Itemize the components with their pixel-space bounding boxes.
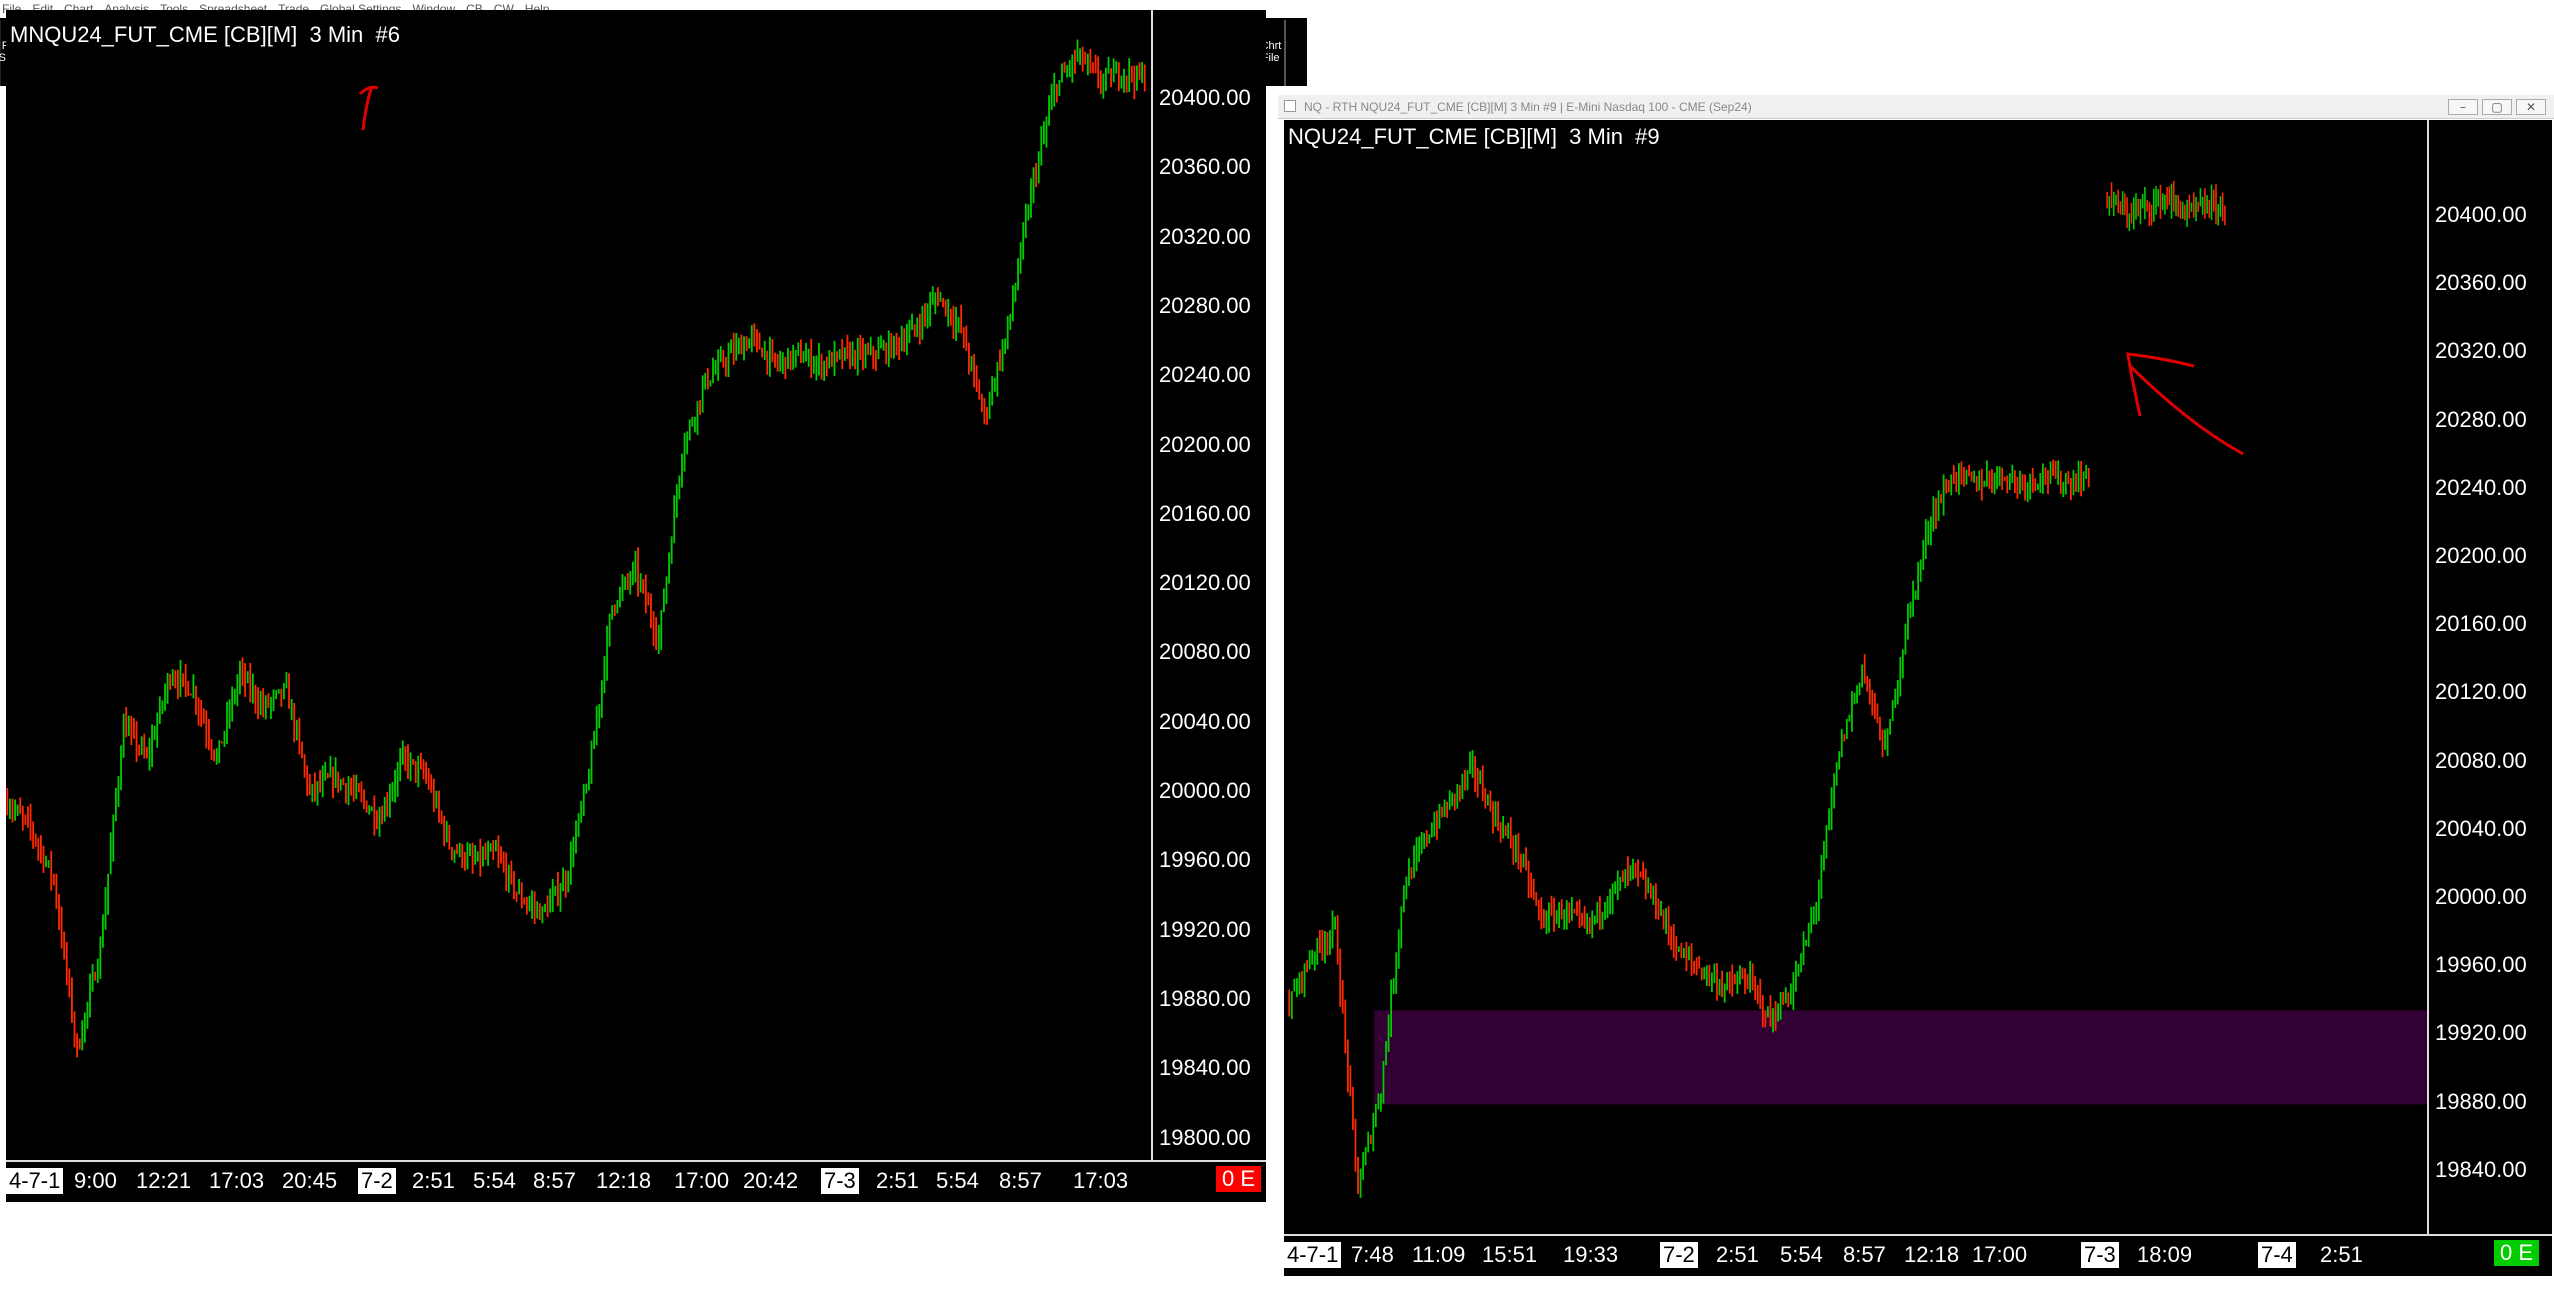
- date-tick-label: 7-2: [358, 1168, 396, 1194]
- price-tick-label: 20400.00: [1159, 85, 1251, 110]
- time-tick-label: 8:57: [999, 1168, 1042, 1193]
- price-tick-label: 20080.00: [2435, 747, 2527, 773]
- time-tick-label: 17:03: [209, 1168, 265, 1193]
- time-tick-label: 17:00: [1972, 1242, 2028, 1267]
- price-tick-label: 20200.00: [1159, 431, 1251, 457]
- price-tick-label: 20160.00: [1159, 500, 1251, 526]
- time-tick-label: 2:51: [876, 1168, 919, 1193]
- right-window-title: NQ - RTH NQU24_FUT_CME [CB][M] 3 Min #9 …: [1304, 99, 1752, 114]
- left-price-axis[interactable]: 20400.00 20360.00 20320.00 20280.00 20240.00…: [1151, 10, 1266, 1160]
- right-price-axis[interactable]: 20400.00 20360.00 20320.00 20280.00 20240.00…: [2427, 120, 2552, 1234]
- time-tick-label: 12:18: [1904, 1242, 1960, 1267]
- right-chart-svg: [1288, 180, 2427, 1198]
- left-chart-plot[interactable]: MNQU24_FUT_CME [CB][M] 3 Min #6: [6, 10, 1151, 1160]
- price-tick-label: 19960.00: [1159, 847, 1251, 873]
- date-tick-label: 7-4: [2258, 1242, 2296, 1268]
- time-tick-label: 7:48: [1351, 1242, 1394, 1267]
- time-tick-label: 9:00: [74, 1168, 117, 1193]
- time-tick-label: 20:45: [282, 1168, 338, 1193]
- price-tick-label: 19920.00: [2435, 1020, 2527, 1046]
- price-tick-label: 20240.00: [1159, 362, 1251, 388]
- time-tick-label: 12:18: [596, 1168, 652, 1193]
- right-time-axis[interactable]: 4-7-1 7:48 11:09 15:51 19:33 7-2 2:51 5:54 8:57 1…: [1284, 1234, 2552, 1276]
- right-chart-title: NQU24_FUT_CME [CB][M] 3 Min #9: [1288, 124, 1660, 149]
- price-tick-label: 19800.00: [1159, 1124, 1251, 1150]
- price-tick-label: 20040.00: [1159, 708, 1251, 734]
- price-tick-label: 20160.00: [2435, 611, 2527, 637]
- time-tick-label: 20:42: [743, 1168, 799, 1193]
- price-tick-label: 19880.00: [2435, 1088, 2527, 1114]
- time-tick-label: 12:21: [136, 1168, 192, 1193]
- time-tick-label: 19:33: [1563, 1242, 1619, 1267]
- time-tick-label: 2:51: [412, 1168, 455, 1193]
- time-tick-label: 15:51: [1482, 1242, 1538, 1267]
- price-tick-label: 19880.00: [1159, 985, 1251, 1011]
- price-tick-label: 20000.00: [1159, 778, 1251, 803]
- close-icon[interactable]: ✕: [2516, 99, 2546, 115]
- time-tick-label: 18:09: [2137, 1242, 2193, 1267]
- time-tick-label: 8:57: [1843, 1242, 1886, 1267]
- left-chart-svg: [6, 39, 1146, 1058]
- demand-zone-rect: [1374, 1010, 2427, 1105]
- price-tick-label: 20120.00: [1159, 570, 1251, 596]
- time-tick-label: 5:54: [936, 1168, 979, 1193]
- price-tick-label: 20080.00: [1159, 639, 1251, 665]
- status-badge: 0 E: [1216, 1166, 1262, 1192]
- date-tick-label: 7-3: [821, 1168, 859, 1194]
- date-tick-label: 7-2: [1660, 1242, 1698, 1268]
- left-chart-title: MNQU24_FUT_CME [CB][M] 3 Min #6: [10, 22, 400, 47]
- time-tick-label: 2:51: [1716, 1242, 1759, 1267]
- date-tick-label: 4-7-1: [6, 1168, 64, 1194]
- price-tick-label: 20360.00: [1159, 154, 1251, 180]
- price-tick-label: 19920.00: [1159, 916, 1251, 942]
- time-tick-label: 17:03: [1073, 1168, 1129, 1193]
- price-tick-label: 20280.00: [1159, 292, 1251, 318]
- restore-icon[interactable]: ▢: [2482, 99, 2512, 115]
- time-tick-label: 17:00: [674, 1168, 730, 1193]
- time-tick-label: 11:09: [1412, 1242, 1466, 1267]
- price-tick-label: 20320.00: [1159, 223, 1251, 249]
- date-tick-label: 7-3: [2081, 1242, 2119, 1268]
- price-tick-label: 19960.00: [2435, 952, 2527, 978]
- right-chart-plot[interactable]: NQU24_FUT_CME [CB][M] 3 Min #9: [1284, 120, 2427, 1234]
- date-tick-label: 4-7-1: [1284, 1242, 1342, 1268]
- price-tick-label: 19840.00: [1159, 1055, 1251, 1081]
- price-tick-label: 20200.00: [2435, 543, 2527, 568]
- price-tick-label: 20240.00: [2435, 474, 2527, 500]
- time-tick-label: 5:54: [1780, 1242, 1823, 1267]
- right-window-titlebar[interactable]: NQ - RTH NQU24_FUT_CME [CB][M] 3 Min #9 …: [1278, 95, 2554, 119]
- price-tick-label: 19840.00: [2435, 1156, 2527, 1182]
- chart-window-icon: [1284, 100, 1296, 112]
- left-time-axis[interactable]: 4-7-1 9:00 12:21 17:03 20:45 7-2 2:51 5:54 8:57 1…: [6, 1160, 1266, 1202]
- price-tick-label: 20400.00: [2435, 202, 2527, 227]
- time-tick-label: 2:51: [2320, 1242, 2363, 1267]
- price-tick-label: 20040.00: [2435, 815, 2527, 841]
- price-tick-label: 20320.00: [2435, 338, 2527, 364]
- price-tick-label: 20280.00: [2435, 406, 2527, 432]
- price-tick-label: 20120.00: [2435, 679, 2527, 705]
- price-tick-label: 20360.00: [2435, 270, 2527, 296]
- status-badge: 0 E: [2494, 1240, 2540, 1266]
- price-tick-label: 20000.00: [2435, 884, 2527, 909]
- minimize-icon[interactable]: –: [2448, 99, 2478, 115]
- time-tick-label: 5:54: [473, 1168, 516, 1193]
- time-tick-label: 8:57: [533, 1168, 576, 1193]
